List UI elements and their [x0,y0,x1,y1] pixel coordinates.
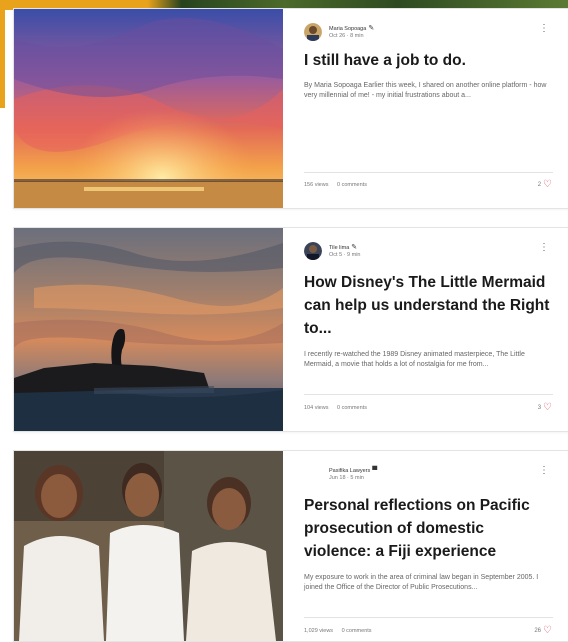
like-button[interactable]: 2 ♡ [537,180,552,190]
author-avatar[interactable] [304,242,322,260]
post-content: Pasifika Lawyers ▀ Jun 18 · 5 min ⋮ Perso… [283,451,568,641]
post-author[interactable]: Tile lima ✎ Oct 5 · 9 min [304,242,361,260]
divider [304,617,553,618]
views-count: 1,029 views [304,628,334,634]
post-date: Jun 18 [329,474,346,481]
likes-count: 26 [534,628,542,634]
post-content: Maria Sopoaga ✎ Oct 26 · 8 min ⋮ I still … [283,9,568,208]
post-stats: 104 views 0 comments [304,405,374,411]
read-time: 8 min [350,32,364,39]
post-excerpt: By Maria Sopoaga Earlier this week, I sh… [304,82,547,99]
divider [304,394,553,395]
comments-count[interactable]: 0 comments [342,628,372,634]
side-decoration [0,0,5,108]
post-excerpt: I recently re-watched the 1989 Disney an… [304,351,525,368]
post-date: Oct 26 [329,32,346,39]
blog-post-card[interactable]: Pasifika Lawyers ▀ Jun 18 · 5 min ⋮ Perso… [13,450,568,642]
more-vertical-icon[interactable]: ⋮ [539,243,549,253]
author-name[interactable]: Pasifika Lawyers [329,468,370,474]
post-cover-image[interactable] [14,451,283,641]
post-stats: 1,029 views 0 comments [304,628,379,634]
post-excerpt: My exposure to work in the area of crimi… [304,574,539,591]
pen-icon: ✎ [351,243,358,251]
views-count: 156 views [304,182,329,188]
read-time: 9 min [347,251,361,258]
post-author[interactable]: Maria Sopoaga ✎ Oct 26 · 8 min [304,23,374,41]
blog-post-card[interactable]: Maria Sopoaga ✎ Oct 26 · 8 min ⋮ I still … [13,8,568,209]
post-cover-image[interactable] [14,228,283,431]
author-name[interactable]: Tile lima [329,245,349,251]
author-name[interactable]: Maria Sopoaga [329,26,366,32]
post-cover-image[interactable] [14,9,283,208]
read-time: 5 min [350,474,364,481]
more-vertical-icon[interactable]: ⋮ [539,466,549,476]
heart-icon[interactable]: ♡ [543,626,552,636]
author-avatar[interactable] [304,23,322,41]
heart-icon[interactable]: ♡ [543,403,552,413]
pen-icon: ✎ [368,24,375,32]
post-date: Oct 5 [329,251,343,258]
views-count: 104 views [304,405,329,411]
blog-post-card[interactable]: Tile lima ✎ Oct 5 · 9 min ⋮ How Disney's … [13,227,568,432]
post-title[interactable]: Personal reflections on Pacific prosecut… [304,494,553,563]
likes-count: 2 [537,182,542,188]
post-author[interactable]: Pasifika Lawyers ▀ Jun 18 · 5 min [304,465,377,483]
crown-icon: ▀ [372,466,378,474]
comments-count[interactable]: 0 comments [337,182,367,188]
like-button[interactable]: 3 ♡ [537,403,552,413]
divider [304,172,553,173]
post-title[interactable]: How Disney's The Little Mermaid can help… [304,271,553,340]
post-stats: 156 views 0 comments [304,182,374,188]
post-title[interactable]: I still have a job to do. [304,49,553,72]
more-vertical-icon[interactable]: ⋮ [539,24,549,34]
heart-icon[interactable]: ♡ [543,180,552,190]
like-button[interactable]: 26 ♡ [534,626,552,636]
author-avatar[interactable] [304,465,322,483]
post-content: Tile lima ✎ Oct 5 · 9 min ⋮ How Disney's … [283,228,568,431]
comments-count[interactable]: 0 comments [337,405,367,411]
likes-count: 3 [537,405,542,411]
